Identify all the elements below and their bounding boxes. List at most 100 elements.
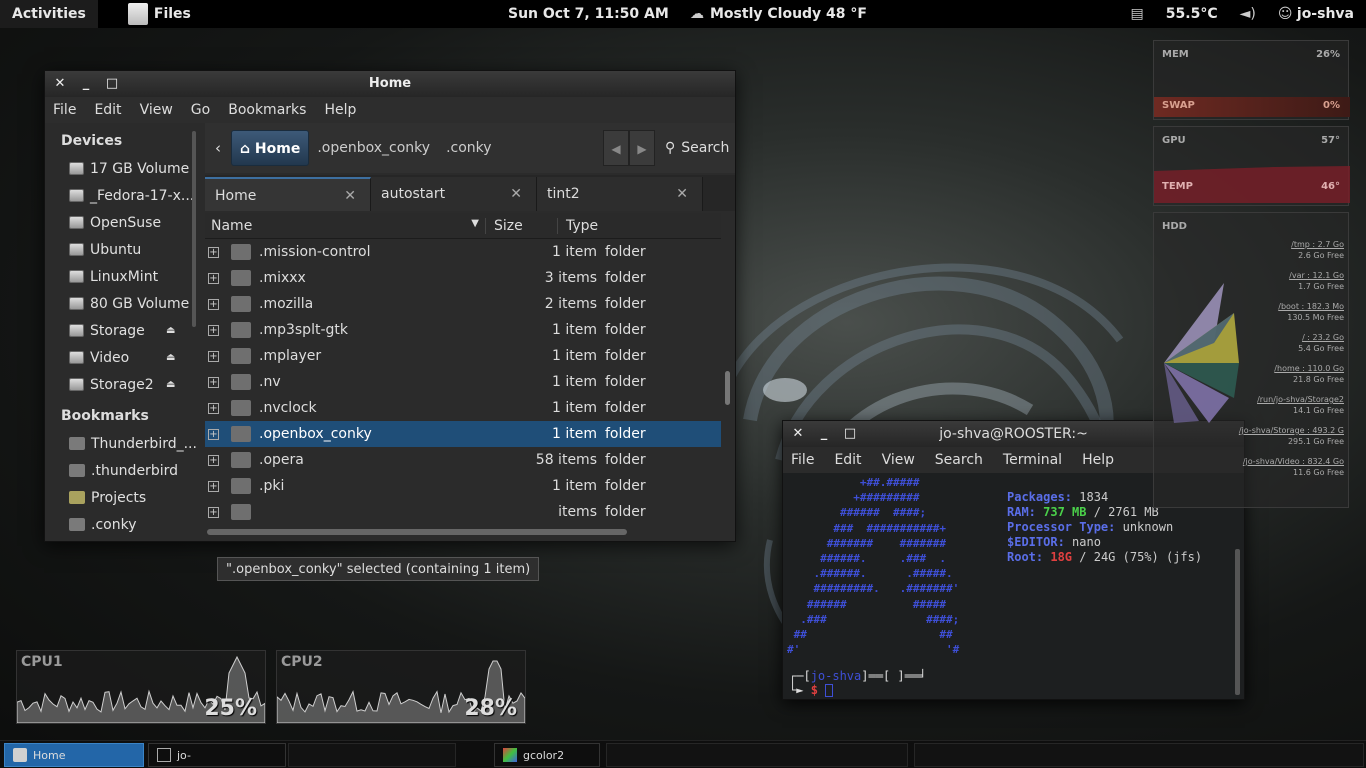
- menu-help[interactable]: Help: [324, 102, 356, 118]
- sidebar-item-bookmark[interactable]: Thunderbird_...: [45, 430, 205, 457]
- maximize-icon[interactable]: □: [101, 74, 123, 94]
- file-row[interactable]: + .opera 58 items folder: [205, 447, 721, 473]
- close-tab-icon[interactable]: ✕: [676, 177, 688, 211]
- menu-edit[interactable]: Edit: [94, 102, 121, 118]
- sidebar-item-bookmark[interactable]: .thunderbird: [45, 457, 205, 484]
- task-terminal[interactable]: jo-shva@ROOSTER:~: [148, 743, 286, 767]
- sidebar-item-device[interactable]: 80 GB Volume: [45, 290, 205, 317]
- volume-icon[interactable]: ◄): [1240, 0, 1256, 28]
- menu-go[interactable]: Go: [191, 102, 210, 118]
- clock[interactable]: Sun Oct 7, 11:50 AM: [508, 0, 669, 28]
- file-row[interactable]: + .openbox_conky 1 item folder: [205, 421, 721, 447]
- path-crumb-conky[interactable]: .conky: [438, 130, 499, 166]
- expand-icon[interactable]: +: [208, 506, 219, 518]
- sidebar-item-device[interactable]: Storage ⏏: [45, 317, 205, 344]
- sidebar-item-device[interactable]: Storage2 ⏏: [45, 371, 205, 398]
- sidebar-item-device[interactable]: 17 GB Volume: [45, 155, 205, 182]
- gpu-value: 57°: [1321, 135, 1340, 146]
- horizontal-scrollbar[interactable]: [207, 529, 627, 535]
- menu-view[interactable]: View: [882, 452, 915, 468]
- sidebar-scrollbar[interactable]: [192, 131, 196, 327]
- menu-file[interactable]: File: [791, 452, 814, 468]
- close-tab-icon[interactable]: ✕: [344, 179, 356, 213]
- tab-tint2[interactable]: tint2 ✕: [537, 177, 703, 211]
- file-row[interactable]: + items folder: [205, 499, 721, 525]
- file-type: folder: [605, 244, 646, 260]
- terminal-scrollbar[interactable]: [1235, 549, 1240, 695]
- expand-icon[interactable]: +: [208, 272, 219, 284]
- hdd-mount: /tmp : 2.7 Go: [1291, 240, 1344, 249]
- nav-back-icon[interactable]: ◀: [603, 130, 629, 166]
- expand-icon[interactable]: +: [208, 246, 219, 258]
- menu-file[interactable]: File: [53, 102, 76, 118]
- sidebar-item-bookmark[interactable]: .conky: [45, 511, 205, 538]
- task-home[interactable]: Home: [4, 743, 144, 767]
- task-gcolor2[interactable]: gcolor2: [494, 743, 600, 767]
- path-crumb-openbox-conky[interactable]: .openbox_conky: [309, 130, 438, 166]
- sidebar-item-device[interactable]: LinuxMint: [45, 263, 205, 290]
- file-row[interactable]: + .mission-control 1 item folder: [205, 239, 721, 265]
- folder-icon: [231, 504, 251, 520]
- column-type[interactable]: Type: [557, 217, 598, 234]
- expand-icon[interactable]: +: [208, 428, 219, 440]
- weather-indicator[interactable]: ☁ Mostly Cloudy 48 °F: [690, 0, 867, 28]
- search-button[interactable]: ⚲ Search: [665, 123, 729, 173]
- eject-icon[interactable]: ⏏: [166, 325, 175, 336]
- gpu-panel: GPU 57° TEMP 46°: [1153, 126, 1350, 206]
- expand-icon[interactable]: +: [208, 402, 219, 414]
- close-icon[interactable]: ✕: [49, 74, 71, 94]
- file-row[interactable]: + .mixxx 3 items folder: [205, 265, 721, 291]
- hdd-mount-entry: /jo-shva/Storage : 493.2 G 295.1 Go Free: [1239, 425, 1344, 447]
- file-row[interactable]: + .mplayer 1 item folder: [205, 343, 721, 369]
- sidebar-item-device[interactable]: Ubuntu: [45, 236, 205, 263]
- tab-home[interactable]: Home ✕: [205, 177, 371, 211]
- menu-bookmarks[interactable]: Bookmarks: [228, 102, 306, 118]
- file-type: folder: [605, 426, 646, 442]
- close-icon[interactable]: ✕: [787, 424, 809, 444]
- eject-icon[interactable]: ⏏: [166, 352, 175, 363]
- shell-prompt: ┌─[jo-shva]══[ ]══╛ └► $: [789, 669, 927, 697]
- file-row[interactable]: + .pki 1 item folder: [205, 473, 721, 499]
- expand-icon[interactable]: +: [208, 376, 219, 388]
- file-row[interactable]: + .nvclock 1 item folder: [205, 395, 721, 421]
- column-size[interactable]: Size: [485, 217, 557, 234]
- file-name: .nvclock: [259, 400, 317, 416]
- expand-icon[interactable]: +: [208, 454, 219, 466]
- user-menu[interactable]: ☺ jo-shva: [1278, 0, 1354, 28]
- activities-button[interactable]: Activities: [0, 0, 98, 28]
- minimize-icon[interactable]: _: [75, 74, 97, 94]
- file-list-scrollbar[interactable]: [725, 293, 731, 405]
- path-back-icon[interactable]: ‹: [205, 139, 231, 157]
- maximize-icon[interactable]: □: [839, 424, 861, 444]
- column-name[interactable]: Name ▼: [205, 218, 485, 234]
- expand-icon[interactable]: +: [208, 324, 219, 336]
- sidebar-item-device[interactable]: Video ⏏: [45, 344, 205, 371]
- file-row[interactable]: + .nv 1 item folder: [205, 369, 721, 395]
- folder-icon: [231, 374, 251, 390]
- window-titlebar[interactable]: ✕ _ □ Home: [45, 71, 735, 97]
- sidebar-item-bookmark[interactable]: Projects: [45, 484, 205, 511]
- expand-icon[interactable]: +: [208, 480, 219, 492]
- close-tab-icon[interactable]: ✕: [510, 177, 522, 211]
- app-menu[interactable]: Files: [127, 3, 191, 25]
- taskbar-tray: [914, 743, 1364, 767]
- menu-search[interactable]: Search: [935, 452, 983, 468]
- nav-forward-icon[interactable]: ▶: [629, 130, 655, 166]
- sidebar-item-device[interactable]: _Fedora-17-x...: [45, 182, 205, 209]
- expand-icon[interactable]: +: [208, 298, 219, 310]
- menu-help[interactable]: Help: [1082, 452, 1114, 468]
- minimize-icon[interactable]: _: [813, 424, 835, 444]
- file-row[interactable]: + .mozilla 2 items folder: [205, 291, 721, 317]
- file-row[interactable]: + .mp3splt-gtk 1 item folder: [205, 317, 721, 343]
- sensor-icon[interactable]: ▤: [1131, 0, 1144, 28]
- menu-view[interactable]: View: [140, 102, 173, 118]
- temperature-indicator[interactable]: 55.5°C: [1166, 0, 1218, 28]
- sidebar-item-device[interactable]: OpenSuse: [45, 209, 205, 236]
- menu-edit[interactable]: Edit: [834, 452, 861, 468]
- menu-terminal[interactable]: Terminal: [1003, 452, 1062, 468]
- path-home-button[interactable]: ⌂ Home: [231, 130, 310, 166]
- expand-icon[interactable]: +: [208, 350, 219, 362]
- scrollbar-thumb[interactable]: [725, 371, 730, 405]
- eject-icon[interactable]: ⏏: [166, 379, 175, 390]
- tab-autostart[interactable]: autostart ✕: [371, 177, 537, 211]
